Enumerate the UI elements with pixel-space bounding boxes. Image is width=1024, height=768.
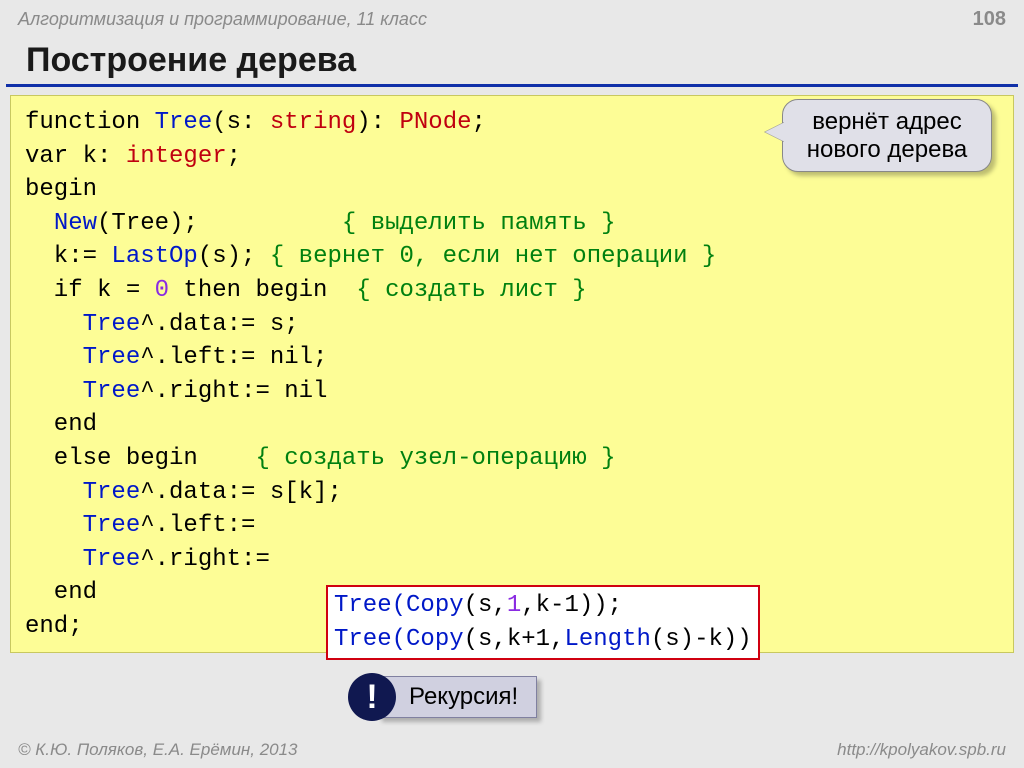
slide-title: Построение дерева xyxy=(6,35,1018,87)
type-string: string xyxy=(255,109,356,136)
code-text: ^.left:= xyxy=(140,512,255,539)
code-text: ; xyxy=(227,143,241,170)
code-block: function Tree(s: string): PNode; var k: … xyxy=(10,95,1014,653)
code-text: ): xyxy=(356,109,385,136)
literal-one: 1 xyxy=(507,592,521,619)
copyright-text: © К.Ю. Поляков, Е.А. Ерёмин, 2013 xyxy=(18,740,298,760)
kw-end: end; xyxy=(25,613,83,640)
code-text xyxy=(25,512,83,539)
code-text: ^.data:= s; xyxy=(140,311,298,338)
code-text: (s); xyxy=(198,243,256,270)
code-text: else begin xyxy=(25,445,255,472)
callout-text: вернёт адрес нового дерева xyxy=(807,108,968,163)
comment: { вернет 0, если нет операции } xyxy=(255,243,716,270)
kw-end: end xyxy=(25,579,97,606)
fn-new: New xyxy=(54,210,97,237)
code-text: (Tree); xyxy=(97,210,198,237)
fn-copy: (Copy xyxy=(392,592,464,619)
slide-body: function Tree(s: string): PNode; var k: … xyxy=(10,95,1014,653)
comment: { выделить память } xyxy=(342,210,616,237)
code-text: if k = xyxy=(25,277,140,304)
recursion-badge: ! Рекурсия! xyxy=(348,673,537,721)
code-text xyxy=(25,311,83,338)
id-tree: Tree xyxy=(83,311,141,338)
code-text xyxy=(25,210,54,237)
subject-label: Алгоритмизация и программирование, 11 кл… xyxy=(18,9,427,30)
comment: { создать лист } xyxy=(356,277,586,304)
code-text xyxy=(25,344,83,371)
id-tree: Tree xyxy=(334,592,392,619)
code-text: ,k-1)); xyxy=(521,592,622,619)
kw-end: end xyxy=(25,411,97,438)
page-number: 108 xyxy=(973,8,1006,31)
type-pnode: PNode xyxy=(385,109,471,136)
fn-copy: (Copy xyxy=(392,626,464,653)
exclamation-icon: ! xyxy=(348,673,396,721)
footer-url: http://kpolyakov.spb.ru xyxy=(837,740,1006,760)
code-text: (s,k+1, xyxy=(464,626,565,653)
kw-begin: begin xyxy=(25,176,97,203)
kw-function: function xyxy=(25,109,140,136)
code-text xyxy=(25,378,83,405)
id-tree: Tree xyxy=(83,378,141,405)
literal-zero: 0 xyxy=(140,277,169,304)
id-tree: Tree xyxy=(83,546,141,573)
callout-bubble: вернёт адрес нового дерева xyxy=(782,99,992,172)
id-tree: Tree xyxy=(83,344,141,371)
id-tree: Tree xyxy=(83,512,141,539)
recursion-label: Рекурсия! xyxy=(378,676,537,718)
code-text: (s: xyxy=(212,109,255,136)
comment: { создать узел-операцию } xyxy=(255,445,615,472)
code-text: ^.right:= nil xyxy=(140,378,327,405)
id-tree: Tree xyxy=(140,109,212,136)
code-text: then begin xyxy=(169,277,356,304)
id-tree: Tree xyxy=(83,479,141,506)
fn-lastop: LastOp xyxy=(97,243,198,270)
exclamation-text: ! xyxy=(366,678,377,717)
code-text xyxy=(25,479,83,506)
fn-length: Length xyxy=(564,626,650,653)
code-text xyxy=(25,546,83,573)
code-text: ^.data:= s[k]; xyxy=(140,479,342,506)
code-text: ; xyxy=(472,109,486,136)
recursion-highlight-box: Tree(Copy(s,1,k-1)); Tree(Copy(s,k+1,Len… xyxy=(326,585,760,660)
code-text: k:= xyxy=(25,243,97,270)
code-text: (s, xyxy=(464,592,507,619)
slide-footer: © К.Ю. Поляков, Е.А. Ерёмин, 2013 http:/… xyxy=(0,740,1024,760)
code-text: ^.left:= nil; xyxy=(140,344,327,371)
code-text xyxy=(198,210,342,237)
type-integer: integer xyxy=(111,143,226,170)
code-text: var k: xyxy=(25,143,111,170)
slide-header: Алгоритмизация и программирование, 11 кл… xyxy=(0,0,1024,35)
code-text: ^.right:= xyxy=(140,546,270,573)
code-text: (s)-k)) xyxy=(651,626,752,653)
id-tree: Tree xyxy=(334,626,392,653)
